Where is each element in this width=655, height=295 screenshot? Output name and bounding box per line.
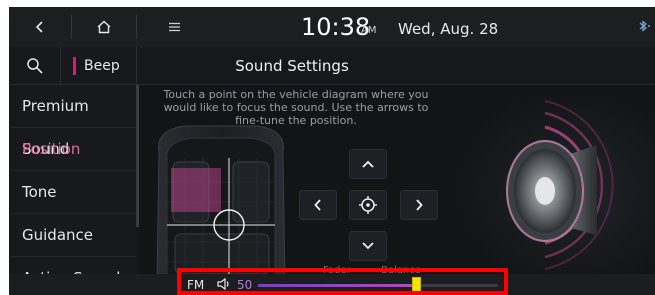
chevron-left-icon xyxy=(35,21,43,33)
home-button[interactable] xyxy=(72,7,136,47)
balance-left-button[interactable] xyxy=(299,190,337,220)
center-position-button[interactable] xyxy=(349,190,387,220)
search-button[interactable] xyxy=(9,47,61,85)
menu-button[interactable] xyxy=(159,7,189,47)
page-title: Sound Settings xyxy=(235,57,349,75)
sidebar-item-guidance[interactable]: Guidance xyxy=(9,214,136,257)
sidebar-item-tone[interactable]: Tone xyxy=(9,171,136,214)
crosshair-target-icon xyxy=(359,196,377,214)
highlight-box xyxy=(177,268,508,295)
clock-ampm: AM xyxy=(361,25,377,36)
sidebar-item-premium-sound[interactable]: Premium Sound xyxy=(9,85,136,158)
home-icon xyxy=(97,20,111,34)
beep-toggle[interactable]: Beep xyxy=(73,56,120,76)
chevron-right-icon xyxy=(416,199,423,211)
date-display: Wed, Aug. 28 xyxy=(398,20,499,38)
sidebar-item-position[interactable]: Position xyxy=(9,128,136,171)
clock-time: 10:38 xyxy=(301,13,371,41)
balance-right-button[interactable] xyxy=(400,190,438,220)
chevron-left-icon xyxy=(314,199,321,211)
back-button[interactable] xyxy=(9,7,71,47)
speaker-visual xyxy=(449,85,655,295)
chevron-up-icon xyxy=(362,160,374,168)
settings-sidebar: Premium Sound Position Tone Guidance Act… xyxy=(9,85,136,295)
focus-zone-highlight xyxy=(171,168,221,212)
beep-indicator xyxy=(73,57,76,75)
fader-up-button[interactable] xyxy=(349,149,387,179)
sub-header: Beep Sound Settings xyxy=(9,47,655,85)
bluetooth-status-icon xyxy=(638,20,652,35)
speaker-icon xyxy=(506,100,614,270)
beep-label: Beep xyxy=(84,58,120,74)
infotainment-screen: 10:38 AM Wed, Aug. 28 Beep Sound Setting… xyxy=(9,7,655,295)
chevron-down-icon xyxy=(362,242,374,250)
vehicle-diagram[interactable] xyxy=(145,122,297,282)
divider xyxy=(136,15,137,39)
top-status-bar: 10:38 AM Wed, Aug. 28 xyxy=(9,7,655,47)
search-icon xyxy=(26,58,43,74)
hamburger-menu-icon xyxy=(168,22,180,32)
fader-down-button[interactable] xyxy=(349,231,387,261)
